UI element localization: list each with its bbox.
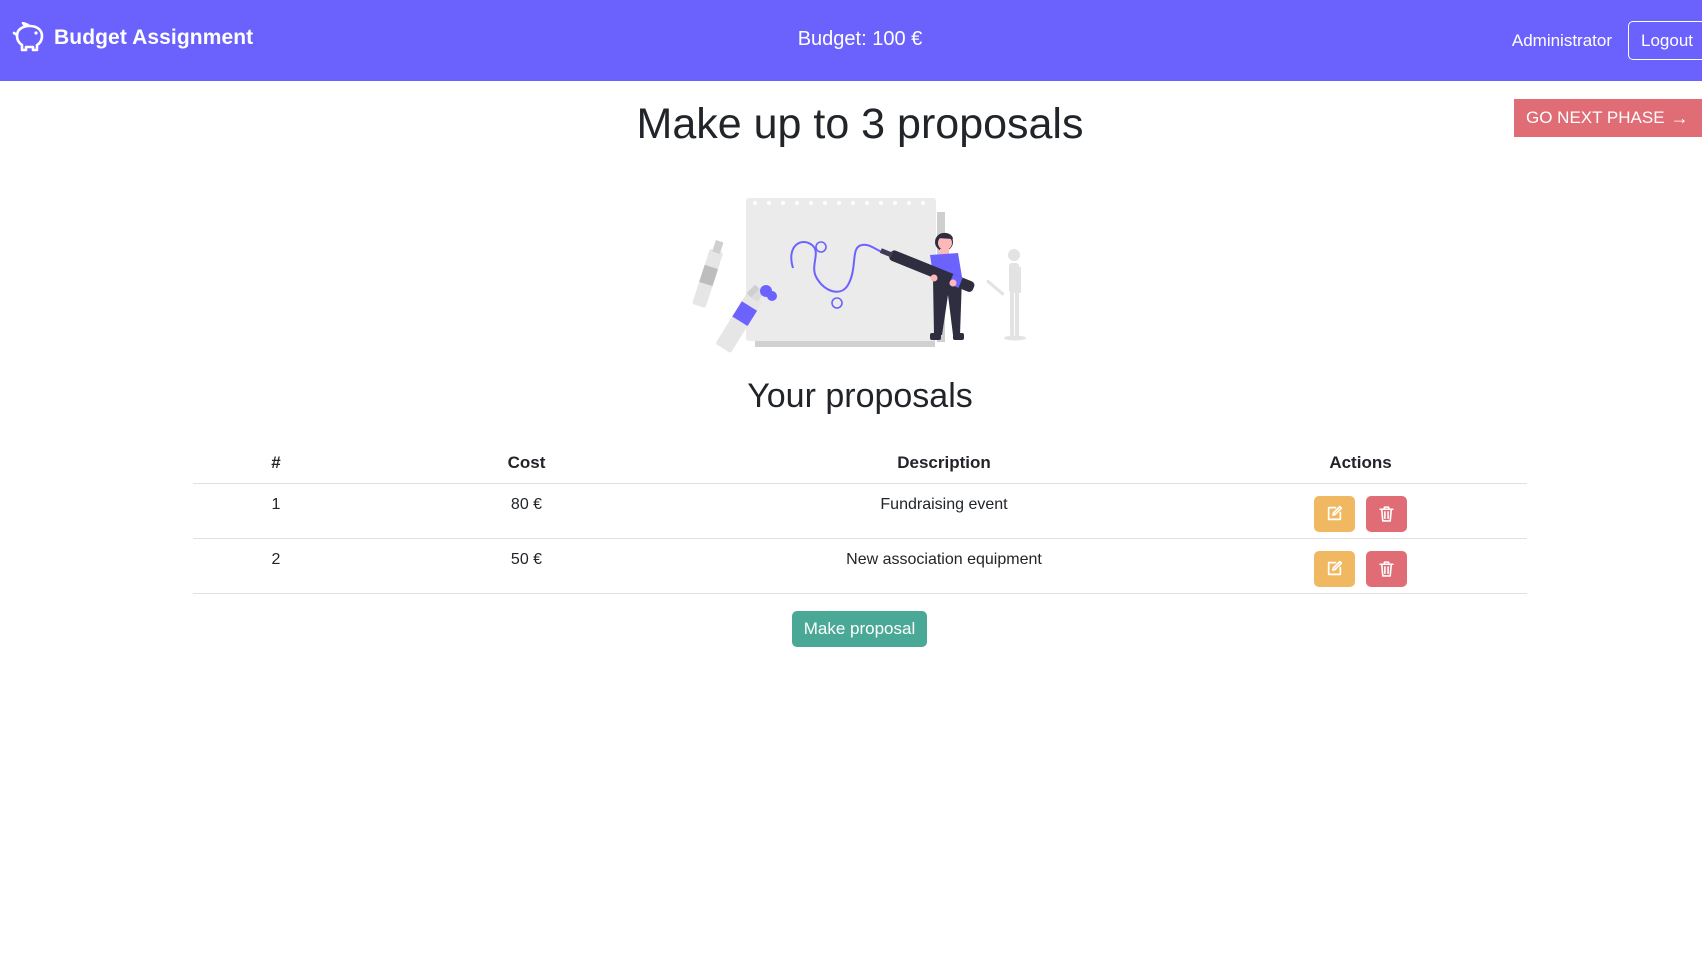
proposal-actions	[1194, 483, 1527, 539]
logout-button[interactable]: Logout	[1628, 21, 1702, 60]
edit-icon	[1326, 505, 1343, 522]
column-header-actions: Actions	[1194, 443, 1527, 484]
proposal-cost: 50 €	[359, 538, 694, 594]
edit-icon	[1326, 560, 1343, 577]
proposal-actions	[1194, 538, 1527, 594]
column-header-cost: Cost	[359, 443, 694, 484]
table-row: 2 50 € New association equipment	[193, 538, 1527, 594]
proposal-description: Fundraising event	[694, 483, 1194, 539]
proposals-table: # Cost Description Actions 1 80 € Fundra…	[193, 443, 1527, 594]
make-proposal-button[interactable]: Make proposal	[792, 611, 927, 647]
column-header-description: Description	[694, 443, 1194, 484]
edit-proposal-button[interactable]	[1314, 550, 1356, 587]
section-title: Your proposals	[747, 377, 973, 415]
table-row: 1 80 € Fundraising event	[193, 483, 1527, 539]
trash-icon	[1378, 505, 1395, 522]
user-name[interactable]: Administrator	[1512, 31, 1612, 51]
proposal-number: 2	[193, 538, 359, 594]
edit-proposal-button[interactable]	[1314, 495, 1356, 532]
page-title: Make up to 3 proposals	[636, 100, 1084, 148]
trash-icon	[1378, 560, 1395, 577]
proposal-number: 1	[193, 483, 359, 539]
table-header-row: # Cost Description Actions	[193, 443, 1527, 484]
delete-proposal-button[interactable]	[1365, 550, 1407, 587]
column-header-number: #	[193, 443, 359, 484]
budget-display: Budget: 100 €	[797, 28, 923, 50]
delete-proposal-button[interactable]	[1365, 495, 1407, 532]
drawing-woman-illustration	[690, 195, 1030, 380]
proposal-description: New association equipment	[694, 538, 1194, 594]
top-navbar: Budget Assignment Budget: 100 € Administ…	[0, 0, 1702, 81]
proposal-cost: 80 €	[359, 483, 694, 539]
